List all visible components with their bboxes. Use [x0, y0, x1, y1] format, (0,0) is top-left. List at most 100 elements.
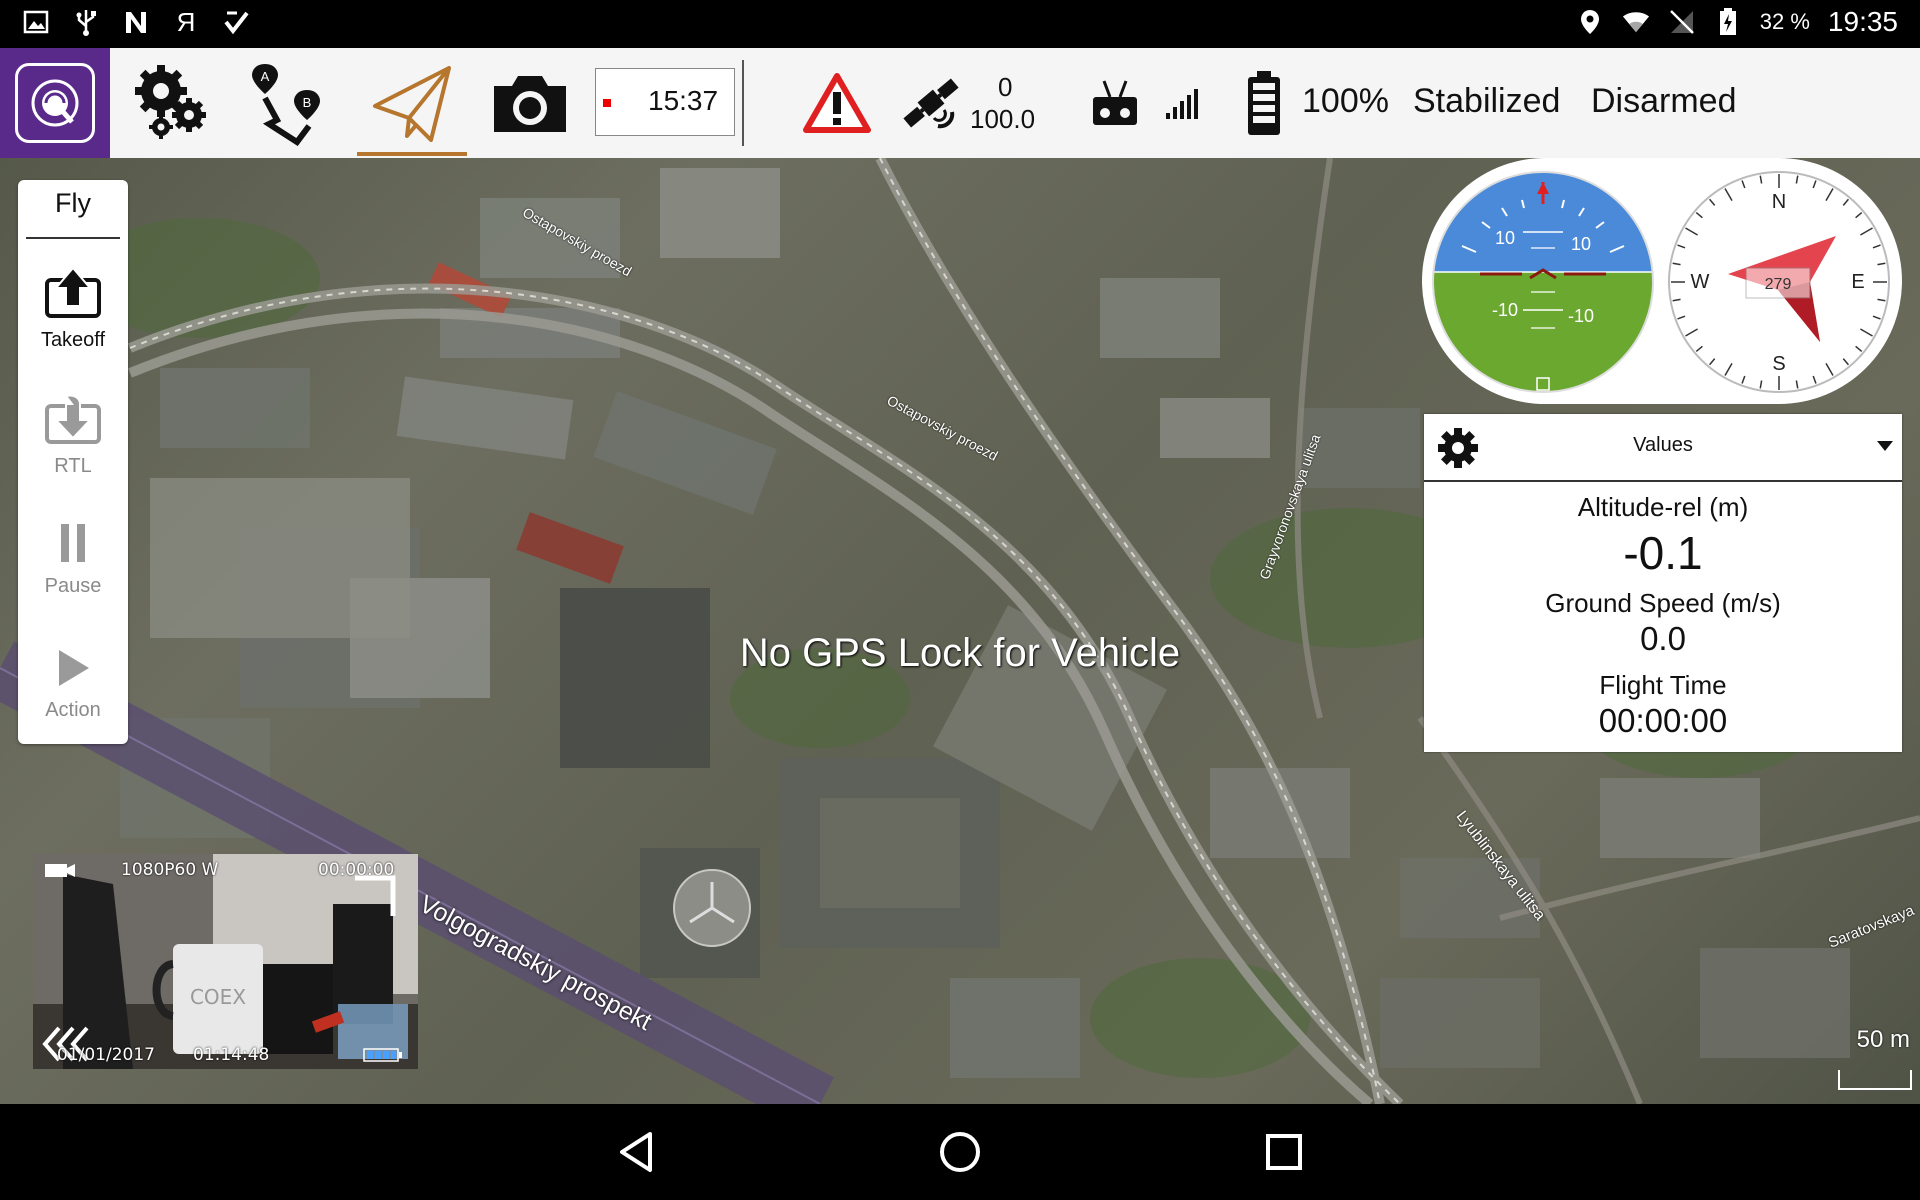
fly-tool-panel: Fly Takeoff RTL Pause Action: [18, 180, 128, 744]
recents-square-icon: [1266, 1134, 1302, 1170]
qgc-logo-icon: [31, 79, 79, 127]
toolbar-divider: [742, 60, 744, 146]
gears-icon: [135, 65, 206, 139]
instrument-panel: 10 10 -10 -10 N S E W 279: [1422, 158, 1902, 404]
ground-speed-label: Ground Speed (m/s): [1545, 588, 1781, 618]
video-camera-icon: [43, 860, 77, 885]
rc-rssi-button[interactable]: [1088, 48, 1142, 158]
heading-value: 279: [1765, 276, 1792, 293]
android-nav-bar: [0, 1104, 1920, 1200]
map-scale: 50 m: [1832, 1026, 1912, 1090]
back-button[interactable]: [612, 1128, 660, 1176]
compass: N S E W 279: [1668, 171, 1890, 393]
satellite-icon: [903, 78, 959, 129]
signal-bars-icon: [1166, 89, 1198, 119]
flight-mode-selector[interactable]: Stabilized: [1413, 82, 1560, 121]
battery-button[interactable]: [1242, 48, 1286, 158]
main-toolbar: A B 15:37 0 100.0 100% Stabilized Disarm…: [0, 48, 1920, 159]
video-resolution: 1080P60 W: [121, 860, 219, 880]
timer-value: 15:37: [648, 85, 719, 116]
scale-label: 50 m: [1856, 1026, 1910, 1053]
values-header[interactable]: Values: [1424, 414, 1902, 482]
frame-corner-icon: [355, 875, 396, 916]
compass-east: E: [1851, 271, 1864, 293]
route-a-b-icon: A B: [252, 64, 320, 146]
svg-text:A: A: [261, 69, 270, 84]
mug-logo: COEX: [190, 985, 246, 1009]
settings-button[interactable]: [128, 48, 218, 158]
messages-button[interactable]: [800, 48, 874, 158]
pitch-label: 10: [1571, 234, 1591, 254]
action-button[interactable]: Action: [18, 648, 128, 722]
camera-icon: [494, 76, 566, 132]
play-icon: [59, 650, 89, 686]
wifi-icon: [1622, 8, 1650, 36]
fly-panel-divider: [26, 237, 120, 239]
instrument-gauges: 10 10 -10 -10 N S E W 279: [1432, 171, 1890, 393]
svg-text:B: B: [303, 95, 312, 110]
camera-button[interactable]: [488, 48, 572, 158]
location-icon: [1576, 8, 1604, 36]
usb-icon: [72, 8, 100, 36]
fly-panel-title: Fly: [55, 188, 91, 218]
back-triangle-icon: [620, 1132, 652, 1172]
pitch-label: -10: [1568, 306, 1594, 326]
battery-charging-icon: [1714, 8, 1742, 36]
checkmark-icon: [222, 8, 250, 36]
altitude-value: -0.1: [1623, 527, 1703, 579]
arm-status[interactable]: Disarmed: [1591, 82, 1736, 121]
video-date: 01/01/2017: [57, 1045, 155, 1065]
pitch-label: -10: [1492, 300, 1518, 320]
no-signal-icon: [1668, 8, 1696, 36]
rtl-icon: [45, 394, 101, 444]
plan-view-button[interactable]: A B: [245, 48, 335, 158]
rtl-button[interactable]: RTL: [18, 392, 128, 478]
n-icon: [122, 8, 150, 36]
action-label: Action: [45, 699, 101, 721]
recording-timer[interactable]: 15:37: [595, 68, 735, 136]
fly-view-button[interactable]: [357, 48, 467, 158]
status-bar: Я 32 % 19:35: [0, 0, 1920, 48]
chevron-down-icon[interactable]: [1876, 440, 1894, 452]
home-circle-icon: [940, 1132, 980, 1172]
battery-percentage: 100%: [1302, 82, 1389, 120]
values-title: Values: [1633, 434, 1693, 456]
recents-button[interactable]: [1260, 1128, 1308, 1176]
takeoff-icon: [45, 266, 101, 318]
gps-status-button[interactable]: [896, 48, 966, 158]
paper-plane-icon: [373, 66, 451, 142]
pause-label: Pause: [44, 575, 102, 597]
warning-icon: [803, 73, 871, 133]
compass-south: S: [1772, 353, 1785, 375]
pause-button[interactable]: Pause: [18, 522, 128, 598]
yandex-icon: Я: [176, 6, 196, 37]
flight-time-label: Flight Time: [1599, 670, 1727, 700]
compass-west: W: [1691, 271, 1710, 293]
record-dot-icon: [603, 99, 611, 107]
qgc-logo-button[interactable]: [0, 48, 110, 158]
signal-strength: [1162, 48, 1202, 158]
satellite-count: 0: [998, 72, 1013, 102]
video-time: 01:14:48: [193, 1045, 270, 1065]
pitch-label: 10: [1495, 228, 1515, 248]
camera-preview[interactable]: COEX 1080P60 W 00:00:00 01/01/2017 01:14…: [33, 854, 418, 1069]
rtl-label: RTL: [54, 455, 92, 477]
scale-bar: [1838, 1070, 1912, 1090]
ground-speed-value: 0.0: [1640, 620, 1686, 657]
takeoff-button[interactable]: Takeoff: [18, 266, 128, 352]
attitude-indicator: [1433, 172, 1653, 392]
compass-north: N: [1772, 191, 1786, 213]
hdop-value: 100.0: [970, 104, 1036, 134]
altitude-label: Altitude-rel (m): [1577, 492, 1749, 522]
rc-transmitter-icon: [1093, 80, 1137, 125]
clock: 19:35: [1827, 6, 1898, 37]
pause-icon: [61, 524, 85, 562]
flight-time-value: 00:00:00: [1598, 702, 1728, 739]
home-button[interactable]: [936, 1128, 984, 1176]
battery-percent: 32 %: [1759, 9, 1810, 34]
takeoff-label: Takeoff: [40, 329, 106, 351]
active-tab-indicator: [357, 152, 467, 156]
camera-battery-icon: [363, 1048, 402, 1062]
image-icon: [22, 8, 50, 36]
values-widget: Values Altitude-rel (m) -0.1 Ground Spee…: [1424, 414, 1902, 752]
